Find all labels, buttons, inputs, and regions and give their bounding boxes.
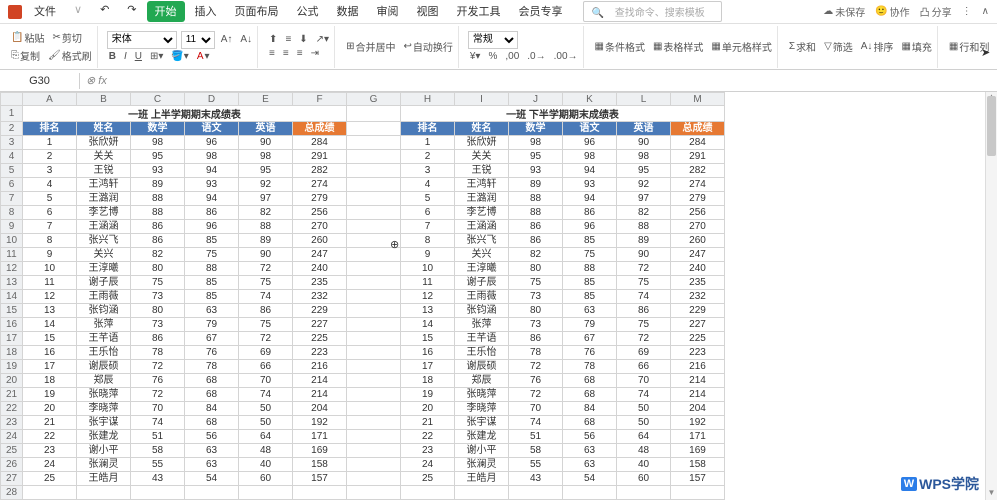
grid[interactable]: ABCDEFGHIJKLM1一班 上半学期期末成绩表一班 下半学期期末成绩表2排… [0, 92, 725, 500]
tab-data[interactable]: 数据 [329, 1, 367, 22]
merge-button[interactable]: ⊞合并居中 [344, 38, 397, 55]
align-right-icon[interactable]: ≡ [295, 47, 305, 60]
align-top-icon[interactable]: ⬆ [267, 33, 279, 46]
sheet-area[interactable]: ABCDEFGHIJKLM1一班 上半学期期末成绩表一班 下半学期期末成绩表2排… [0, 92, 985, 500]
align-mid-icon[interactable]: ≡ [283, 33, 293, 46]
bold-icon[interactable]: B [107, 50, 118, 63]
underline-icon[interactable]: U [133, 50, 144, 63]
tab-view[interactable]: 视图 [409, 1, 447, 22]
comma-icon[interactable]: ,00 [503, 50, 521, 63]
scroll-thumb[interactable] [987, 96, 996, 156]
tab-insert[interactable]: 插入 [187, 1, 225, 22]
caret-icon[interactable]: ∧ [982, 6, 989, 17]
vertical-scrollbar[interactable]: ▲ ▼ [985, 92, 997, 500]
filter-button[interactable]: ▽筛选 [822, 38, 855, 55]
size-select[interactable]: 11 [181, 31, 215, 49]
dec-inc-icon[interactable]: .0→ [525, 50, 547, 63]
ribbon: 📋粘贴✂剪切 ⎘复制🖌格式刷 宋体11A↑A↓ BIU⊞▾🪣▾A▾ ⬆≡⬇↗▾ … [0, 24, 997, 70]
formula-input[interactable] [113, 79, 997, 83]
fill-button[interactable]: ▦填充 [899, 38, 933, 55]
align-bot-icon[interactable]: ⬇ [297, 33, 309, 46]
tab-formula[interactable]: 公式 [289, 1, 327, 22]
copy-button[interactable]: ⎘复制 [9, 47, 42, 64]
title-bar: 文件 ∨ ↶ ↷ 开始 插入 页面布局 公式 数据 审阅 视图 开发工具 会员专… [0, 0, 997, 24]
format-select[interactable]: 常规 [468, 31, 518, 49]
unsaved-indicator[interactable]: ☁ 未保存 [823, 4, 865, 19]
rowcol-button[interactable]: ▦行和列 [947, 38, 991, 55]
italic-icon[interactable]: I [122, 50, 129, 63]
tab-review[interactable]: 审阅 [369, 1, 407, 22]
tab-layout[interactable]: 页面布局 [227, 1, 287, 22]
menu-file[interactable]: 文件 [26, 1, 64, 22]
fill-color-icon[interactable]: 🪣▾ [169, 50, 190, 63]
cell-style-button[interactable]: ▦单元格样式 [709, 38, 773, 55]
formula-bar: G30 ⊗ fx [0, 70, 997, 92]
painter-button[interactable]: 🖌格式刷 [46, 47, 94, 64]
percent-icon[interactable]: % [486, 50, 499, 63]
indent-icon[interactable]: ⇥ [309, 47, 321, 60]
paste-button[interactable]: 📋粘贴 [9, 29, 46, 46]
dec-dec-icon[interactable]: .00→ [552, 50, 580, 63]
font-select[interactable]: 宋体 [107, 31, 177, 49]
orient-icon[interactable]: ↗▾ [314, 33, 331, 46]
tab-vip[interactable]: 会员专享 [511, 1, 571, 22]
cond-fmt-button[interactable]: ▦条件格式 [593, 38, 647, 55]
share-button[interactable]: 凸 分享 [920, 4, 952, 19]
menu-tabs: 文件 ∨ ↶ ↷ 开始 插入 页面布局 公式 数据 审阅 视图 开发工具 会员专… [26, 1, 722, 22]
align-left-icon[interactable]: ≡ [267, 47, 277, 60]
menu-undo-icon[interactable]: ↶ [92, 1, 117, 22]
coop-button[interactable]: 🙂 协作 [875, 4, 909, 19]
tab-dev[interactable]: 开发工具 [449, 1, 509, 22]
dec-font-icon[interactable]: A↓ [238, 33, 254, 46]
currency-icon[interactable]: ¥▾ [468, 50, 483, 63]
more-icon[interactable]: ⋮ [962, 6, 972, 17]
inc-font-icon[interactable]: A↑ [219, 33, 235, 46]
tab-start[interactable]: 开始 [147, 1, 185, 22]
align-center-icon[interactable]: ≡ [281, 47, 291, 60]
border-icon[interactable]: ⊞▾ [148, 50, 165, 63]
scroll-down-icon[interactable]: ▼ [986, 488, 997, 500]
table-style-button[interactable]: ▦表格样式 [651, 38, 705, 55]
sum-button[interactable]: Σ求和 [787, 38, 818, 55]
font-color-icon[interactable]: A▾ [195, 50, 212, 63]
menu-redo-icon[interactable]: ↷ [119, 1, 144, 22]
search-input[interactable]: 🔍 查找命令、搜索模板 [583, 1, 722, 22]
fx-icon[interactable]: ⊗ fx [80, 74, 113, 87]
wrap-button[interactable]: ↩自动换行 [401, 38, 454, 55]
cut-button[interactable]: ✂剪切 [50, 29, 83, 46]
name-box[interactable]: G30 [0, 73, 80, 89]
app-logo-icon [8, 5, 22, 19]
sort-button[interactable]: A↓排序 [859, 38, 896, 55]
watermark: WWPS学院 [901, 474, 979, 494]
